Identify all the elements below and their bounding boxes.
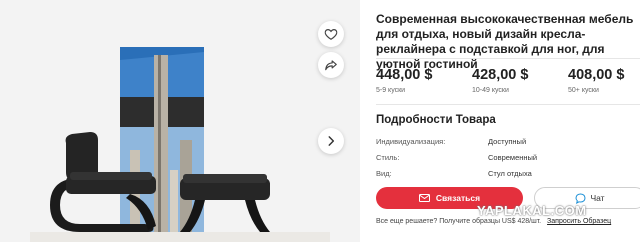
price-quantity: 5-9 куски — [376, 87, 406, 94]
price-amount: 448,00 $ — [376, 67, 433, 83]
product-image-gallery[interactable] — [0, 0, 360, 242]
contact-supplier-button[interactable]: Связаться — [376, 187, 523, 209]
sample-request-bar: Все еще решаете? Получите образцы US$ 42… — [376, 218, 611, 225]
price-tier: 408,00 $ 50+ куски — [568, 67, 624, 94]
detail-row: Индивидуализация: Доступный — [376, 137, 526, 146]
chat-bubble-icon — [575, 192, 586, 204]
product-info-panel: Современная высококачественная мебель дл… — [376, 0, 640, 242]
chevron-right-icon — [328, 136, 335, 146]
price-quantity: 10-49 куски — [472, 87, 509, 94]
price-amount: 408,00 $ — [568, 67, 625, 83]
detail-value: Доступный — [488, 137, 527, 146]
price-tier: 448,00 $ 5-9 куски — [376, 67, 432, 94]
heart-icon — [324, 29, 338, 40]
divider — [376, 58, 640, 59]
detail-row: Вид: Стул отдыха — [376, 169, 532, 178]
detail-value: Стул отдыха — [488, 169, 532, 178]
chat-label: Чат — [590, 193, 605, 203]
price-quantity: 50+ куски — [568, 87, 599, 94]
price-tier: 428,00 $ 10-49 куски — [472, 67, 528, 94]
detail-value: Современный — [488, 153, 538, 162]
product-title: Современная высококачественная мебель дл… — [376, 12, 634, 71]
contact-label: Связаться — [435, 193, 481, 203]
detail-label: Стиль: — [376, 153, 400, 162]
product-photo — [30, 47, 330, 242]
detail-label: Вид: — [376, 169, 392, 178]
price-amount: 428,00 $ — [472, 67, 529, 83]
detail-row: Стиль: Современный — [376, 153, 537, 162]
detail-label: Индивидуализация: — [376, 137, 446, 146]
share-icon — [325, 60, 337, 71]
favorite-button[interactable] — [318, 21, 344, 47]
envelope-icon — [418, 194, 430, 202]
chat-button[interactable]: Чат — [534, 187, 640, 209]
sample-question: Все еще решаете? Получите образцы US$ 42… — [376, 218, 542, 225]
request-sample-link[interactable]: Запросить Образец — [547, 218, 611, 225]
next-image-button[interactable] — [318, 128, 344, 154]
divider — [376, 104, 640, 105]
details-heading: Подробности Товара — [376, 114, 496, 126]
share-button[interactable] — [318, 52, 344, 78]
